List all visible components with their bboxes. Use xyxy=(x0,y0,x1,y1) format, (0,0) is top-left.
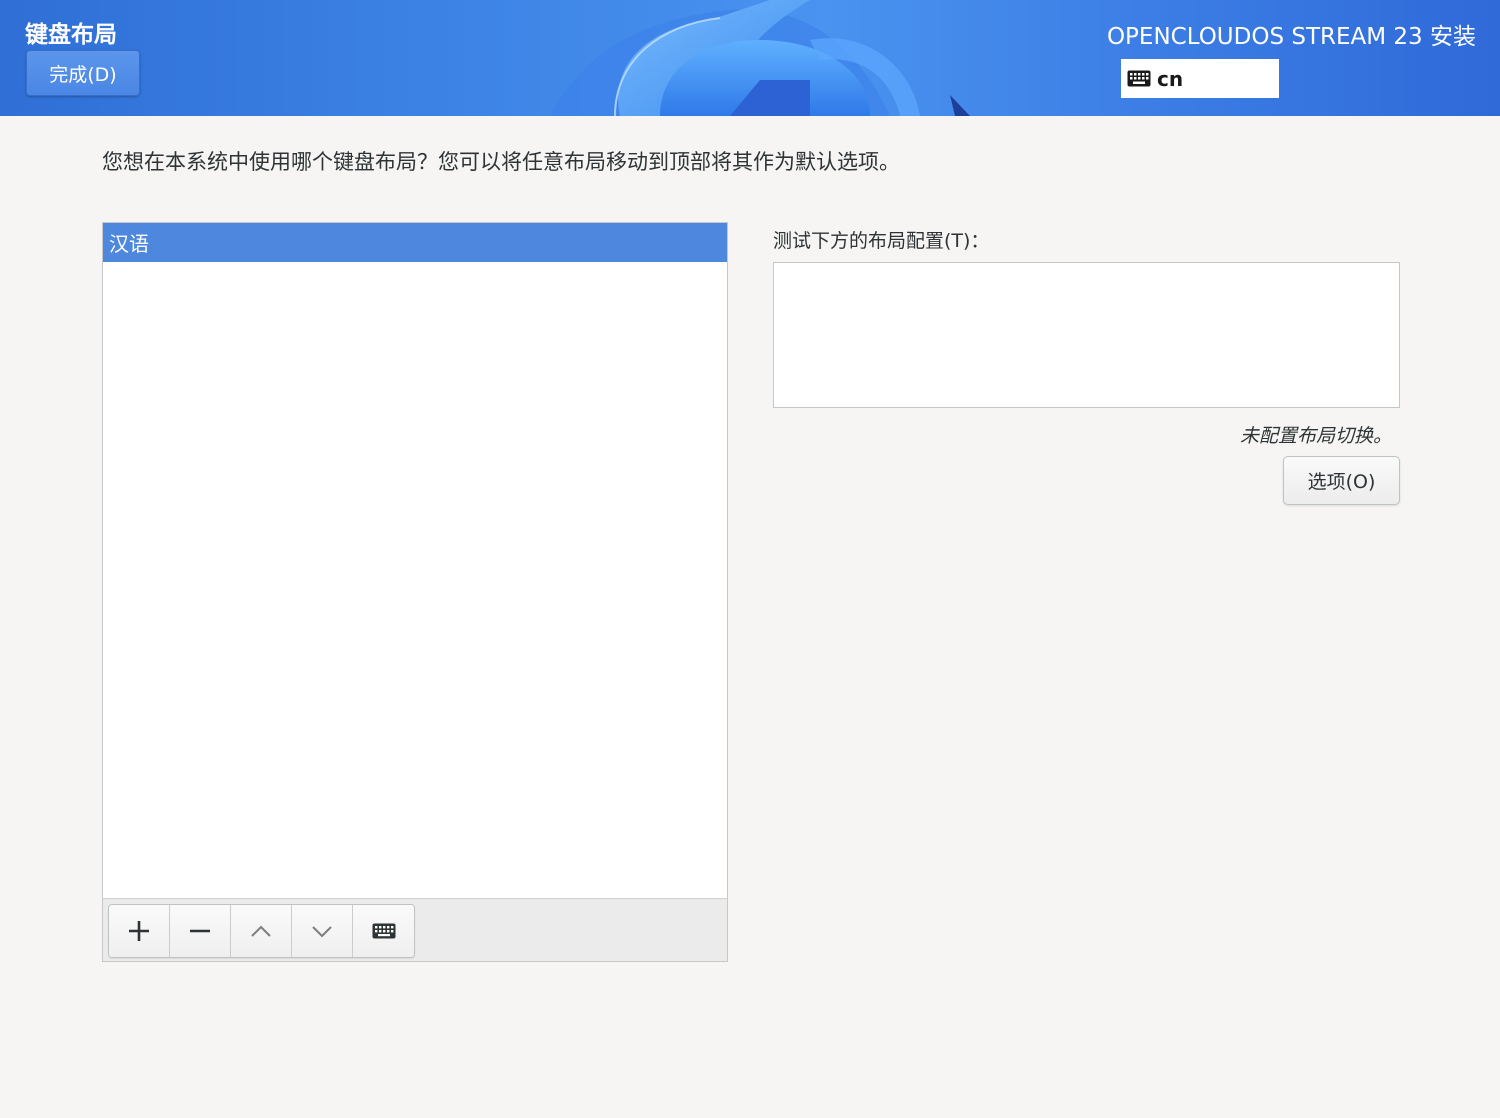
keyboard-icon xyxy=(372,923,395,939)
minus-icon xyxy=(190,929,210,933)
header-logo-decoration xyxy=(550,0,970,116)
test-layout-label: 测试下方的布局配置(T)： xyxy=(773,230,990,252)
remove-layout-button[interactable] xyxy=(170,905,231,957)
layout-switch-note: 未配置布局切换。 xyxy=(1239,425,1392,447)
move-layout-up-button[interactable] xyxy=(231,905,292,957)
keyboard-icon xyxy=(1127,70,1151,87)
plus-icon xyxy=(129,921,149,941)
layout-list-toolbar xyxy=(103,898,727,961)
product-title: OPENCLOUDOS STREAM 23 安装 xyxy=(1106,24,1476,50)
header-bar: 键盘布局 完成(D) OPENCLOUDOS STREAM 23 安装 cn xyxy=(0,0,1500,116)
page-title: 键盘布局 xyxy=(25,22,117,48)
list-item-label: 汉语 xyxy=(109,232,149,256)
list-item-layout-chinese[interactable]: 汉语 xyxy=(103,223,727,262)
layout-question-text: 您想在本系统中使用哪个键盘布局？您可以将任意布局移动到顶部将其作为默认选项。 xyxy=(102,150,900,174)
layout-toolbar-buttons xyxy=(108,904,415,958)
keyboard-layout-code: cn xyxy=(1157,66,1184,91)
chevron-down-icon xyxy=(312,926,332,938)
move-layout-down-button[interactable] xyxy=(292,905,353,957)
keyboard-layout-indicator[interactable]: cn xyxy=(1121,59,1279,98)
test-layout-input[interactable] xyxy=(773,262,1400,408)
preview-layout-button[interactable] xyxy=(353,905,414,957)
chevron-up-icon xyxy=(251,925,271,937)
layout-list: 汉语 xyxy=(102,222,728,962)
options-button[interactable]: 选项(O) xyxy=(1283,456,1400,505)
add-layout-button[interactable] xyxy=(109,905,170,957)
done-button[interactable]: 完成(D) xyxy=(26,50,140,96)
